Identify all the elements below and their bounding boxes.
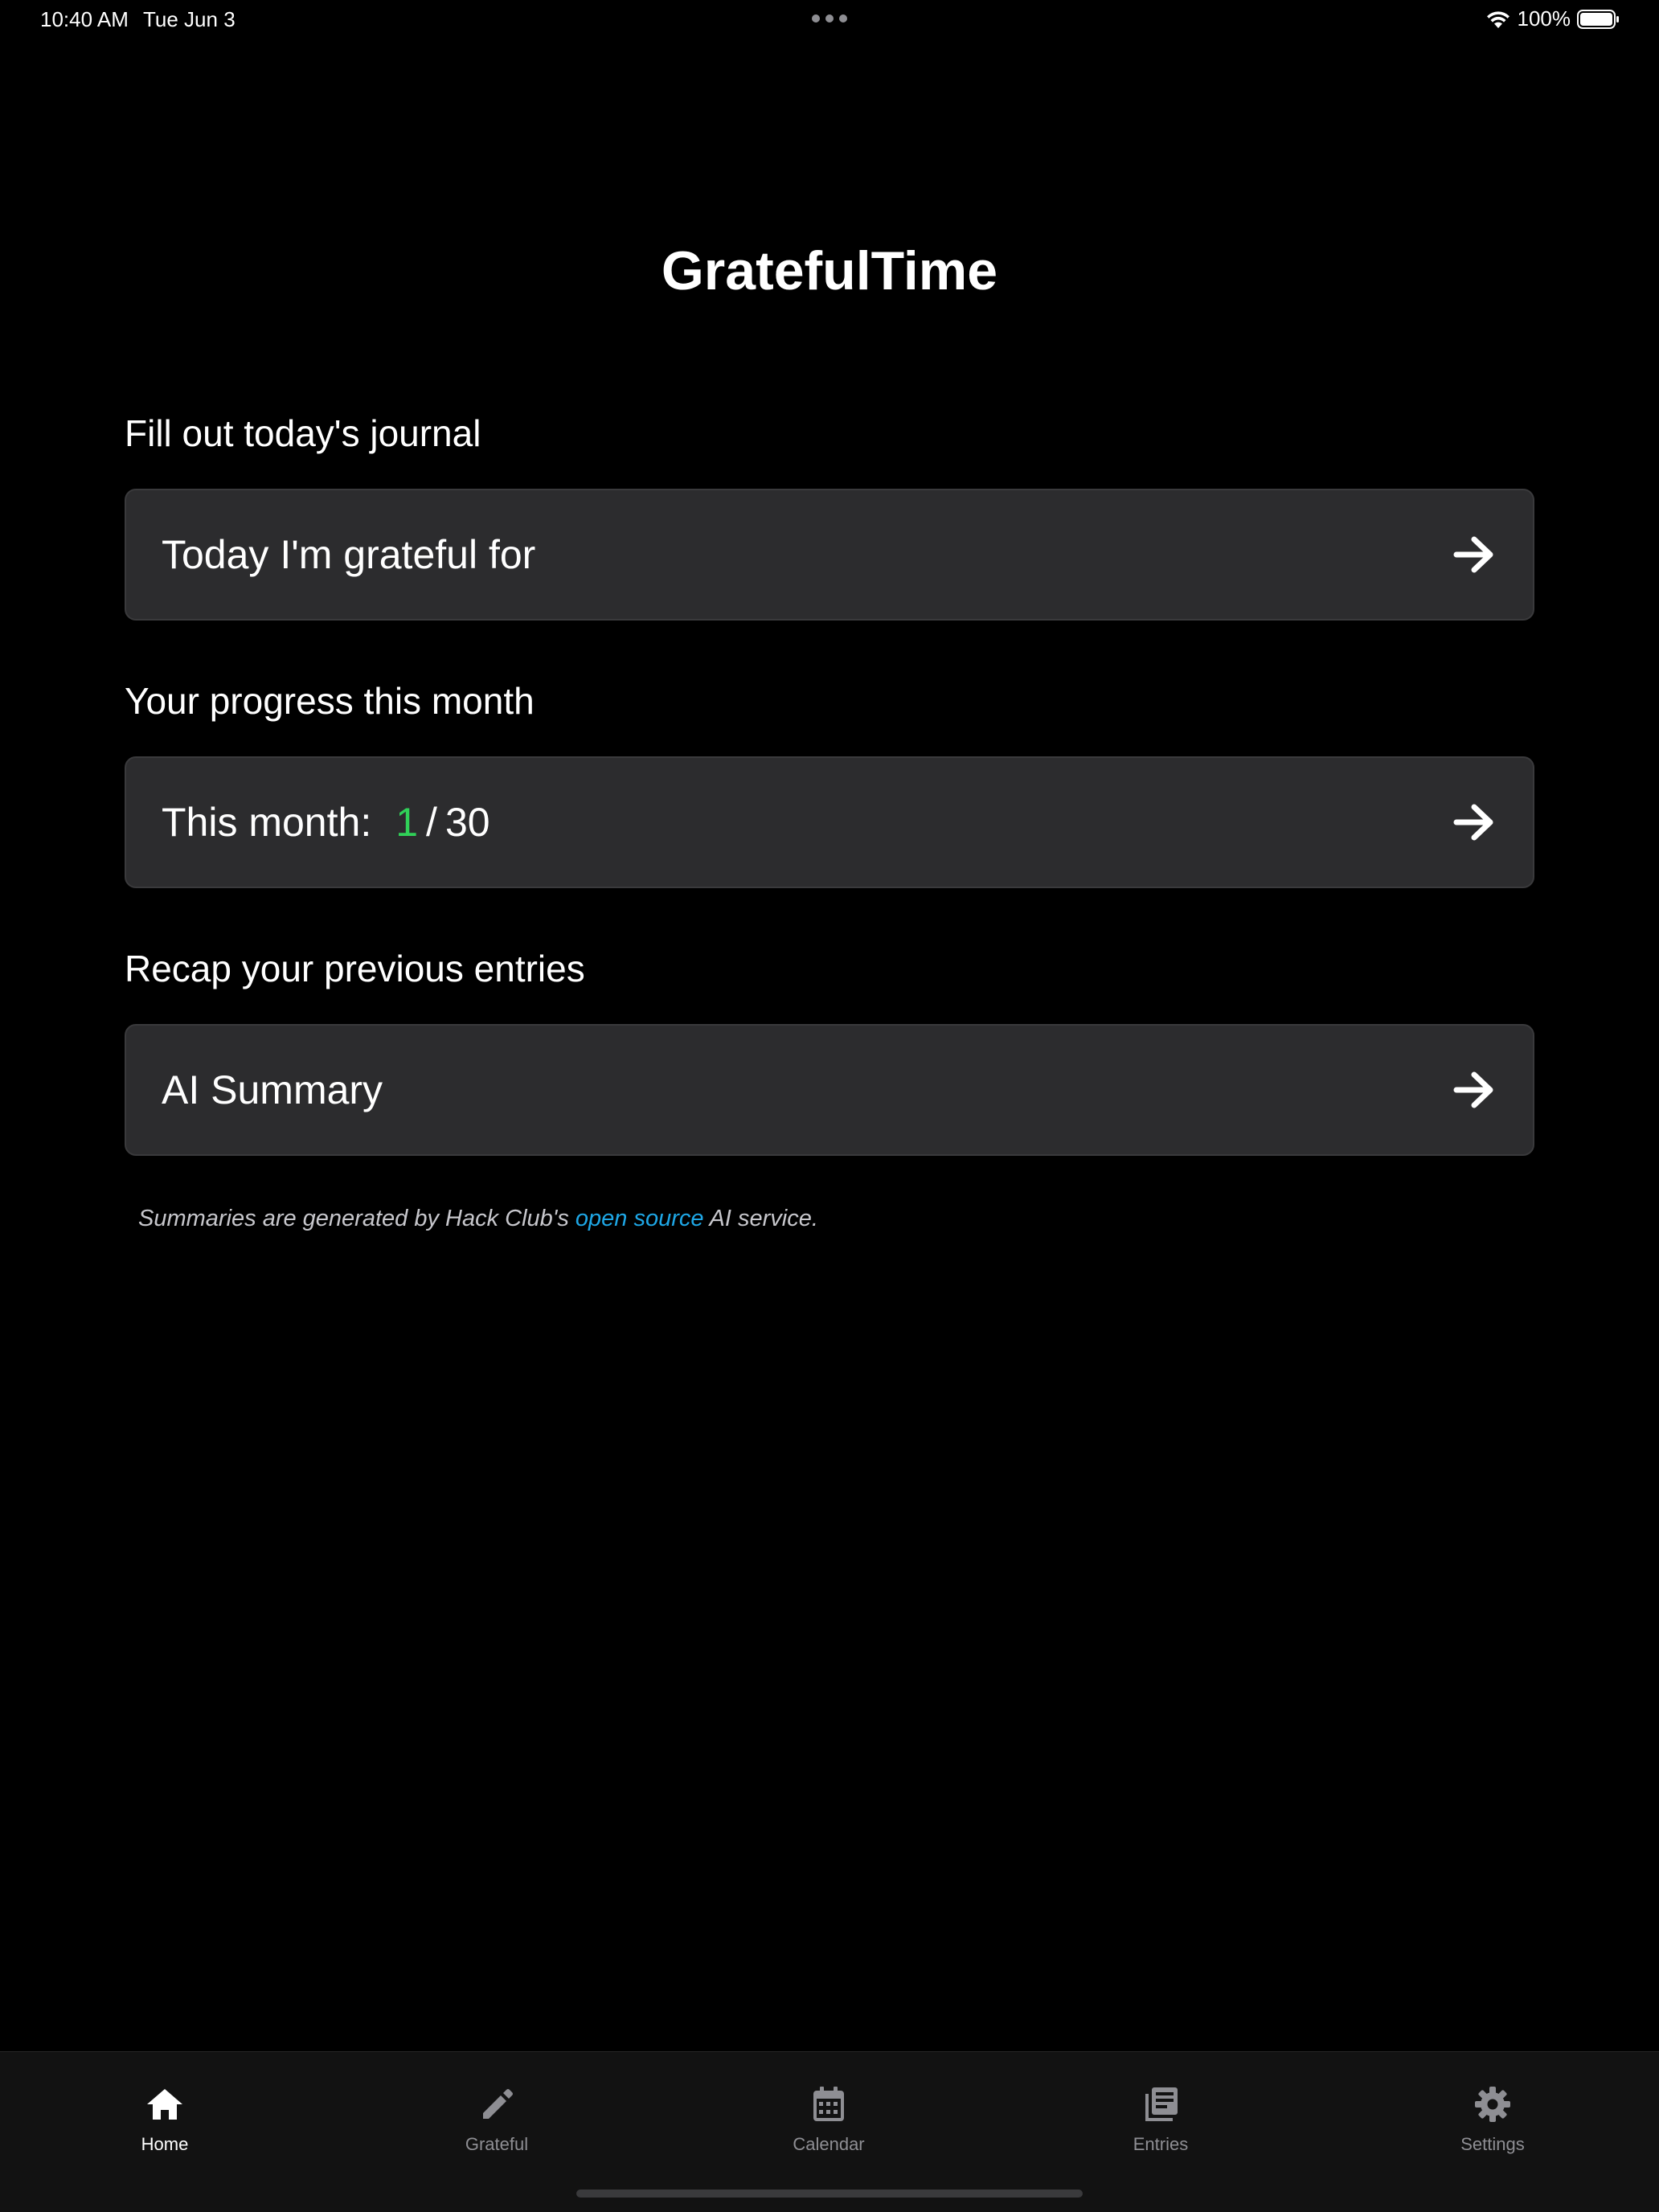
progress-total-count: 30 bbox=[444, 800, 490, 845]
progress-card-label: This month: bbox=[162, 800, 372, 845]
arrow-right-icon bbox=[1453, 536, 1493, 573]
status-indicators: 100% bbox=[1485, 6, 1621, 31]
status-date: Tue Jun 3 bbox=[143, 7, 236, 31]
battery-percentage: 100% bbox=[1517, 6, 1571, 31]
progress-section-heading: Your progress this month bbox=[125, 680, 535, 722]
page-title: GratefulTime bbox=[661, 240, 998, 301]
wifi-icon bbox=[1486, 10, 1509, 28]
multitasking-dots-icon[interactable] bbox=[812, 14, 847, 24]
entries-icon bbox=[1145, 2087, 1178, 2121]
tab-home-label: Home bbox=[141, 2134, 189, 2154]
tab-entries-label: Entries bbox=[1133, 2134, 1189, 2154]
pencil-icon bbox=[483, 2089, 513, 2119]
footnote-prefix: Summaries are generated by Hack Club's bbox=[138, 1206, 576, 1231]
ai-summary-card[interactable]: AI Summary bbox=[125, 1024, 1534, 1156]
status-time: 10:40 AM bbox=[40, 7, 129, 31]
tab-home[interactable]: Home bbox=[84, 2084, 245, 2155]
tab-calendar[interactable]: Calendar bbox=[748, 2084, 909, 2155]
tab-grateful-label: Grateful bbox=[465, 2134, 529, 2154]
battery-icon bbox=[1577, 9, 1619, 29]
home-indicator[interactable] bbox=[576, 2189, 1083, 2198]
arrow-right-icon bbox=[1453, 804, 1493, 841]
tab-settings-label: Settings bbox=[1460, 2134, 1525, 2154]
progress-current-count: 1 bbox=[395, 800, 419, 845]
tab-calendar-label: Calendar bbox=[793, 2134, 865, 2154]
arrow-right-icon bbox=[1453, 1071, 1493, 1108]
journal-card-label: Today I'm grateful for bbox=[162, 532, 536, 577]
calendar-icon bbox=[813, 2087, 844, 2121]
status-bar: 10:40 AM Tue Jun 3 100% bbox=[0, 0, 1659, 39]
ai-summary-footnote: Summaries are generated by Hack Club's o… bbox=[138, 1206, 818, 1232]
journal-section-heading: Fill out today's journal bbox=[125, 412, 481, 454]
footnote-suffix: AI service. bbox=[703, 1206, 818, 1231]
screen: 10:40 AM Tue Jun 3 100% GratefulTime Fil… bbox=[0, 0, 1659, 2212]
recap-section-heading: Recap your previous entries bbox=[125, 948, 585, 989]
tab-bar: Home Grateful Calendar Entries Settings bbox=[0, 2051, 1659, 2212]
ai-summary-card-label: AI Summary bbox=[162, 1067, 383, 1112]
open-source-link[interactable]: open source bbox=[576, 1206, 704, 1231]
progress-separator: / bbox=[426, 800, 437, 845]
progress-card[interactable]: This month: 1 / 30 bbox=[125, 756, 1534, 888]
tab-entries[interactable]: Entries bbox=[1080, 2084, 1241, 2155]
tab-grateful[interactable]: Grateful bbox=[416, 2084, 577, 2155]
home-icon bbox=[147, 2089, 182, 2120]
gear-icon bbox=[1475, 2087, 1510, 2122]
tab-settings[interactable]: Settings bbox=[1412, 2084, 1573, 2155]
journal-card[interactable]: Today I'm grateful for bbox=[125, 489, 1534, 621]
